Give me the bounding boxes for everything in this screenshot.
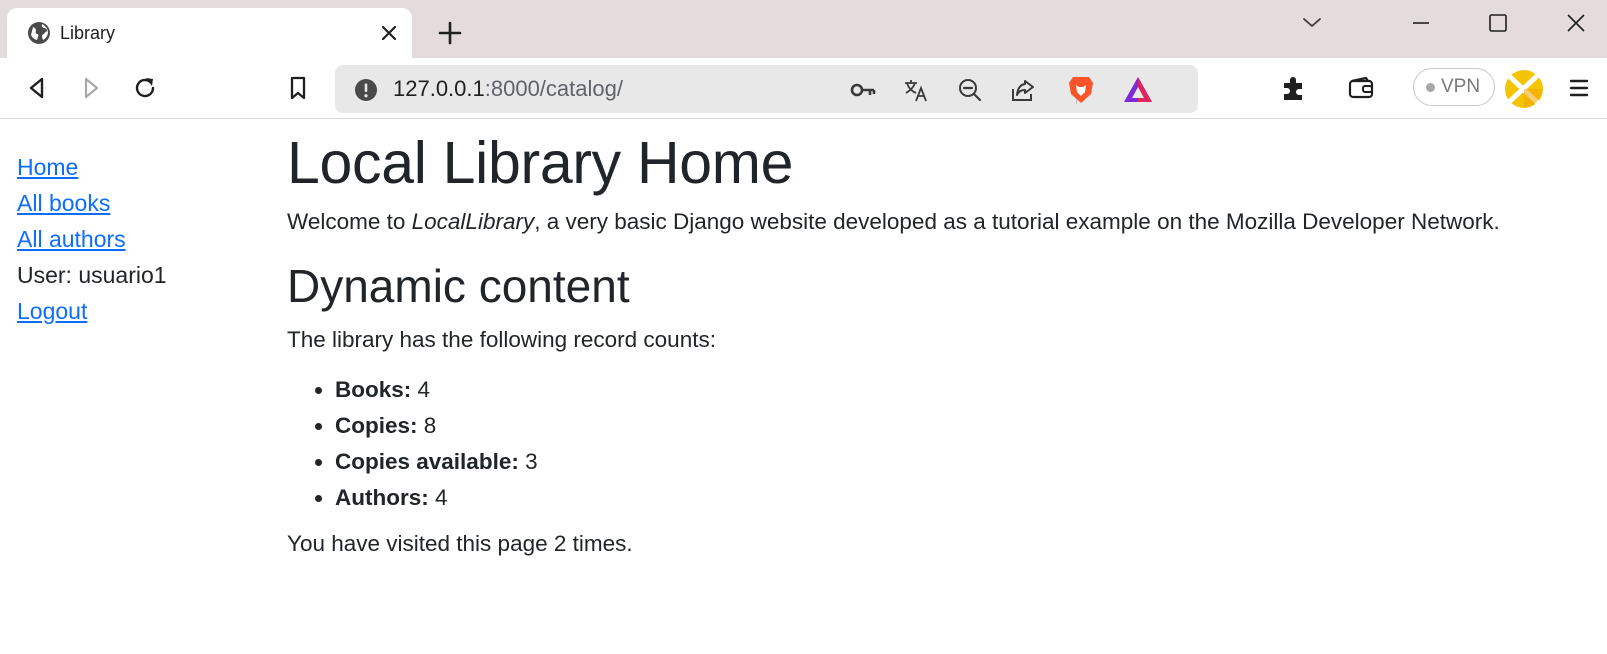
browser-toolbar: 127.0.0.1:8000/catalog/ VPN: [0, 58, 1607, 119]
vpn-label: VPN: [1441, 76, 1481, 97]
key-icon[interactable]: [850, 77, 876, 103]
count-value: 3: [525, 449, 538, 474]
translate-icon[interactable]: [903, 77, 929, 103]
record-counts-list: Books: 4 Copies: 8 Copies available: 3 A…: [335, 372, 1602, 516]
main-content: Local Library Home Welcome to LocalLibra…: [287, 128, 1602, 558]
vpn-button[interactable]: VPN: [1413, 68, 1495, 106]
tab-title: Library: [60, 23, 116, 43]
list-item: Copies available: 3: [335, 444, 1602, 480]
maximize-icon[interactable]: [1481, 6, 1515, 40]
forward-icon[interactable]: [77, 74, 105, 102]
list-item: Copies: 8: [335, 408, 1602, 444]
zoom-out-icon[interactable]: [957, 77, 983, 103]
plus-icon[interactable]: [437, 20, 463, 46]
browser-tab[interactable]: Library: [7, 8, 412, 58]
brave-shields-icon[interactable]: [1065, 74, 1097, 106]
profile-icon[interactable]: [1504, 69, 1544, 109]
list-item: Books: 4: [335, 372, 1602, 408]
sidebar-link-all-authors[interactable]: All authors: [17, 225, 257, 253]
menu-icon[interactable]: [1565, 74, 1593, 102]
minimize-icon[interactable]: [1404, 6, 1438, 40]
url-host: 127.0.0.1: [393, 76, 485, 101]
welcome-text-end: , a very basic Django website developed …: [534, 209, 1500, 234]
count-label: Copies available:: [335, 449, 519, 474]
count-value: 4: [417, 377, 431, 402]
wallet-icon[interactable]: [1347, 74, 1375, 102]
record-counts-intro: The library has the following record cou…: [287, 327, 716, 352]
dynamic-content-heading: Dynamic content: [287, 260, 630, 312]
vpn-status-dot: [1426, 83, 1435, 92]
globe-icon: [28, 22, 50, 44]
welcome-text-start: Welcome to: [287, 209, 412, 234]
count-value: 8: [423, 413, 437, 438]
count-label: Books:: [335, 377, 412, 402]
page-title: Local Library Home: [287, 130, 794, 196]
count-label: Copies:: [335, 413, 418, 438]
count-value: 4: [435, 485, 448, 510]
site-info-icon[interactable]: [353, 77, 379, 103]
brave-rewards-icon[interactable]: [1122, 74, 1154, 106]
welcome-site-name: LocalLibrary: [411, 209, 535, 234]
visit-count-text: You have visited this page 2 times.: [287, 531, 633, 556]
sidebar-user-label: User: usuario1: [17, 262, 167, 288]
url-path: :8000/catalog/: [484, 76, 623, 101]
bookmark-icon[interactable]: [284, 74, 312, 102]
sidebar-nav: Home All books All authors User: usuario…: [17, 153, 257, 333]
window-close-icon[interactable]: [1559, 6, 1593, 40]
sidebar-link-logout[interactable]: Logout: [17, 297, 257, 325]
tab-strip: Library: [0, 0, 1607, 58]
count-label: Authors:: [335, 485, 429, 510]
sidebar-link-all-books[interactable]: All books: [17, 189, 257, 217]
reload-icon[interactable]: [131, 74, 159, 102]
url-text: 127.0.0.1:8000/catalog/: [393, 77, 623, 101]
sidebar-link-home[interactable]: Home: [17, 153, 257, 181]
list-item: Authors: 4: [335, 480, 1602, 516]
welcome-paragraph: Welcome to LocalLibrary, a very basic Dj…: [287, 208, 1602, 236]
extensions-icon[interactable]: [1280, 74, 1308, 102]
close-icon[interactable]: [377, 21, 401, 45]
address-bar[interactable]: 127.0.0.1:8000/catalog/: [335, 65, 1198, 113]
back-icon[interactable]: [23, 74, 51, 102]
tab-search-icon[interactable]: [1295, 6, 1329, 40]
share-icon[interactable]: [1010, 77, 1036, 103]
